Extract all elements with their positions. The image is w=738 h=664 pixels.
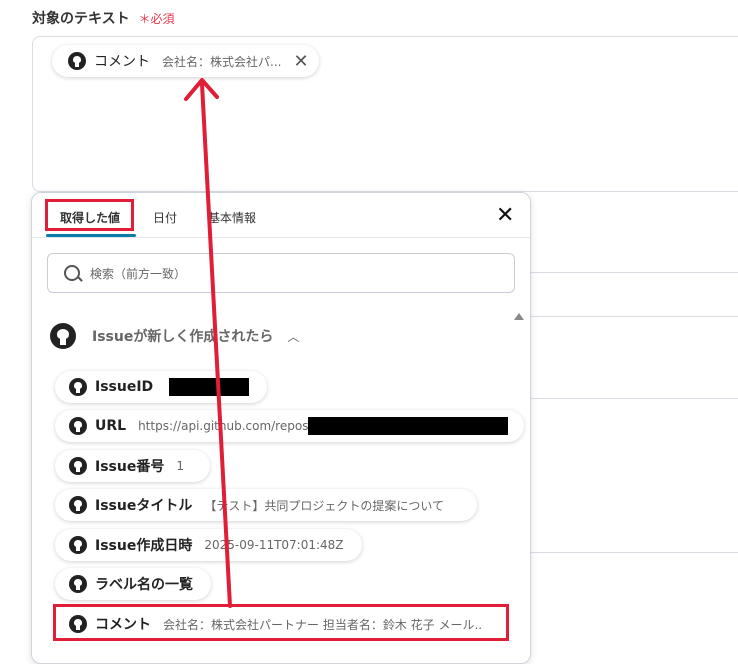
annotation-arrow (184, 78, 232, 608)
arrow-shaft (200, 82, 232, 608)
